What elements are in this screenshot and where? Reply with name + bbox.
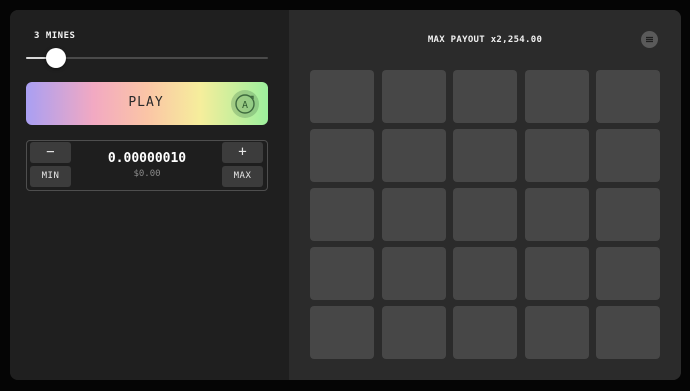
grid-tile[interactable] [524,70,589,123]
grid-tile[interactable] [381,247,446,300]
game-window: 3 MINES PLAY A − MIN 0.00000010 $0.00 + … [10,10,681,380]
grid-tile[interactable] [596,306,660,359]
grid-tile[interactable] [310,188,374,241]
max-payout-label: MAX PAYOUT x2,254.00 [427,35,543,45]
grid-tile[interactable] [381,188,446,241]
grid-tile[interactable] [453,247,517,300]
grid-tile[interactable] [596,70,660,123]
decrease-bet-button[interactable]: − [30,142,71,163]
grid-tile[interactable] [524,188,589,241]
grid-tile[interactable] [524,247,589,300]
grid-tile[interactable] [453,188,517,241]
grid-tile[interactable] [381,70,446,123]
increase-bet-button[interactable]: + [222,142,263,163]
autoplay-icon[interactable]: A [231,90,259,118]
grid-tile[interactable] [310,306,374,359]
grid-tile[interactable] [524,129,589,182]
min-bet-button[interactable]: MIN [30,166,71,187]
bet-amount-value[interactable]: 0.00000010 [87,151,207,166]
grid-tile[interactable] [381,306,446,359]
grid-tile[interactable] [310,129,374,182]
grid-tile[interactable] [381,129,446,182]
grid-tile[interactable] [310,70,374,123]
grid-tile[interactable] [310,247,374,300]
play-button-label: PLAY [128,95,164,110]
board-panel: MAX PAYOUT x2,254.00 [289,10,681,380]
svg-text:A: A [242,100,248,111]
bet-amount-box: − MIN 0.00000010 $0.00 + MAX [26,140,268,191]
grid-tile[interactable] [596,129,660,182]
max-bet-button[interactable]: MAX [222,166,263,187]
bet-usd-value: $0.00 [133,169,161,179]
grid-tile[interactable] [596,188,660,241]
grid-tile[interactable] [453,129,517,182]
grid-tile[interactable] [453,70,517,123]
mines-count-label: 3 MINES [34,31,76,41]
mines-grid [310,70,660,359]
play-button[interactable]: PLAY A [26,82,268,125]
grid-tile[interactable] [453,306,517,359]
grid-tile[interactable] [596,247,660,300]
menu-icon[interactable] [641,31,658,48]
grid-tile[interactable] [524,306,589,359]
controls-panel: 3 MINES PLAY A − MIN 0.00000010 $0.00 + … [10,10,289,380]
mines-slider-thumb[interactable] [46,48,66,68]
